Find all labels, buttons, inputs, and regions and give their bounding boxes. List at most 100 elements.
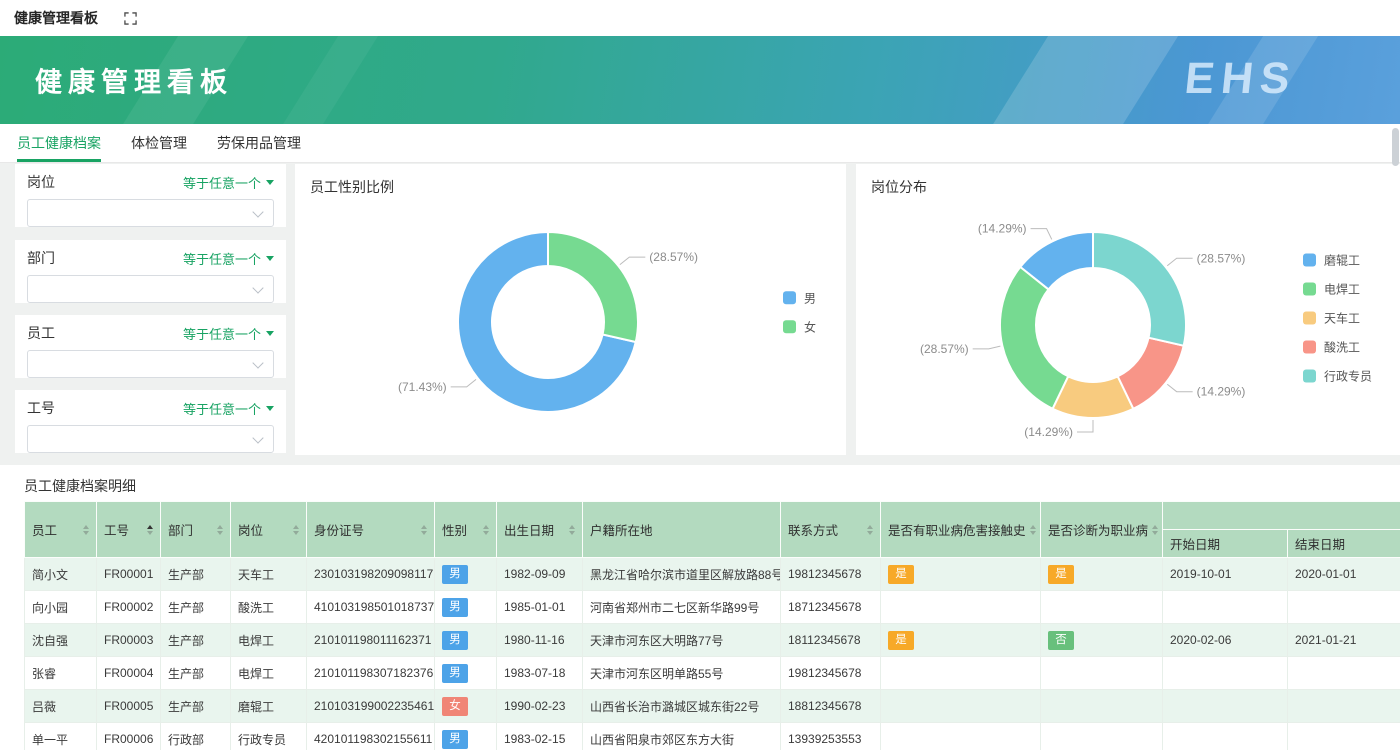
- table-row: 单一平 FR00006 行政部 行政专员 420101198302155611 男 1983…: [24, 722, 1400, 750]
- cell-结束日期: [1287, 590, 1400, 624]
- vertical-scrollbar-thumb[interactable]: [1392, 128, 1399, 166]
- sort-asc-icon: [83, 524, 89, 529]
- filter-label: 工号: [27, 400, 55, 416]
- filter-operator-dropdown[interactable]: 等于任意一个: [183, 399, 274, 418]
- column-header-label: 联系方式: [788, 524, 839, 538]
- cell-户籍所在地: 山西省长治市潞城区城东街22号: [582, 689, 781, 723]
- column-header-岗位[interactable]: 岗位: [230, 501, 307, 558]
- cell-性别: 男: [434, 623, 497, 657]
- cell-联系方式: 19812345678: [780, 656, 881, 690]
- cell-身份证号: 210101198307182376: [306, 656, 435, 690]
- sort-desc-icon: [569, 530, 575, 535]
- column-header-label: 出生日期: [504, 524, 555, 538]
- window-titlebar: 健康管理看板: [0, 0, 1400, 36]
- sort-desc-icon: [83, 530, 89, 535]
- cell-身份证号: 210101198011162371: [306, 623, 435, 657]
- cell-出生日期: 1982-09-09: [496, 557, 583, 591]
- filter-operator-label: 等于任意一个: [182, 251, 261, 267]
- legend-swatch: [782, 290, 796, 304]
- filter-select-employee-no[interactable]: [27, 425, 274, 453]
- chart-legend: 磨辊工电焊工天车工酸洗工行政专员: [1302, 251, 1372, 384]
- sort-desc-icon: [217, 530, 223, 535]
- label-leader-line: [1166, 257, 1193, 267]
- filter-operator-dropdown[interactable]: 等于任意一个: [183, 249, 274, 268]
- legend-item-酸洗工[interactable]: 酸洗工: [1302, 338, 1372, 355]
- gender-badge: 男: [442, 597, 468, 617]
- legend-label: 电焊工: [1323, 281, 1360, 296]
- sort-desc-icon: [483, 530, 489, 535]
- tab-ppe-management[interactable]: 劳保用品管理: [217, 124, 301, 162]
- filter-operator-label: 等于任意一个: [182, 401, 261, 417]
- table-row: 简小文 FR00001 生产部 天车工 230103198209098117 男 1982-…: [24, 557, 1400, 591]
- label-leader-line: [1077, 420, 1094, 433]
- cell-开始日期: [1162, 656, 1288, 690]
- column-header-是否有职业病危害接触史[interactable]: 是否有职业病危害接触史: [880, 501, 1041, 558]
- column-header-工号[interactable]: 工号: [96, 501, 161, 558]
- dashboard-content: 岗位 等于任意一个 部门 等于任意一个 员工 等于任意一个 工号 等于任意一个 员工性别比例 …: [0, 163, 1400, 750]
- cell-是否有职业病危害接触史: [880, 656, 1041, 690]
- tab-checkup-management[interactable]: 体检管理: [131, 124, 187, 162]
- cell-岗位: 电焊工: [230, 656, 307, 690]
- filter-select-position[interactable]: [27, 199, 274, 227]
- legend-label: 酸洗工: [1323, 339, 1360, 354]
- pie-slice-酸洗工[interactable]: [1116, 336, 1185, 411]
- cell-工号: FR00002: [96, 590, 161, 624]
- column-header-性别[interactable]: 性别: [434, 501, 497, 558]
- pie-slice-电焊工[interactable]: [999, 265, 1070, 411]
- legend-item-磨辊工[interactable]: 磨辊工: [1302, 251, 1372, 268]
- chart-title: 岗位分布: [871, 179, 927, 195]
- table-panel: 员工健康档案明细 员工 工号 部门 岗位 身份证号 性别 出生日期 户籍所在地 联系方式 是否有职…: [0, 465, 1400, 750]
- filter-card-employee: 员工 等于任意一个: [15, 315, 286, 378]
- fullscreen-expand-icon[interactable]: [124, 11, 137, 25]
- chevron-down-icon: [252, 206, 264, 218]
- label-leader-line: [1030, 228, 1053, 240]
- cell-部门: 生产部: [160, 557, 231, 591]
- cell-岗位: 电焊工: [230, 623, 307, 657]
- filter-card-department: 部门 等于任意一个: [15, 240, 286, 303]
- filter-select-employee[interactable]: [27, 350, 274, 378]
- legend-item-天车工[interactable]: 天车工: [1302, 309, 1372, 326]
- column-header-联系方式[interactable]: 联系方式: [780, 501, 881, 558]
- filter-select-department[interactable]: [27, 275, 274, 303]
- caret-down-icon: [266, 180, 274, 185]
- pie-slice-女[interactable]: [547, 230, 639, 344]
- legend-item-女[interactable]: 女: [782, 318, 816, 335]
- banner-decoration: [263, 36, 397, 124]
- filter-operator-dropdown[interactable]: 等于任意一个: [183, 324, 274, 343]
- legend-item-电焊工[interactable]: 电焊工: [1302, 280, 1372, 297]
- legend-item-男[interactable]: 男: [782, 289, 816, 306]
- filter-operator-dropdown[interactable]: 等于任意一个: [183, 173, 274, 192]
- cell-开始日期: [1162, 722, 1288, 750]
- cell-户籍所在地: 天津市河东区大明路77号: [582, 623, 781, 657]
- cell-身份证号: 230103198209098117: [306, 557, 435, 591]
- label-leader-line: [1166, 383, 1193, 393]
- sort-icon: [293, 524, 299, 535]
- column-header-出生日期[interactable]: 出生日期: [496, 501, 583, 558]
- column-header-是否诊断为职业病[interactable]: 是否诊断为职业病: [1040, 501, 1163, 558]
- sort-asc-icon: [483, 524, 489, 529]
- cell-工号: FR00003: [96, 623, 161, 657]
- column-header-开始日期: 开始日期: [1162, 529, 1288, 558]
- pie-slice-行政专员[interactable]: [1092, 230, 1187, 347]
- cell-是否诊断为职业病: 否: [1040, 623, 1163, 657]
- cell-出生日期: 1983-07-18: [496, 656, 583, 690]
- pie-slice-percentage-label: (28.57%): [1197, 251, 1246, 265]
- legend-item-行政专员[interactable]: 行政专员: [1302, 367, 1372, 384]
- cell-开始日期: 2020-02-06: [1162, 623, 1288, 657]
- cell-性别: 女: [434, 689, 497, 723]
- legend-label: 天车工: [1323, 310, 1360, 325]
- cell-出生日期: 1980-11-16: [496, 623, 583, 657]
- column-header-员工[interactable]: 员工: [24, 501, 97, 558]
- column-header-部门[interactable]: 部门: [160, 501, 231, 558]
- sort-icon: [483, 524, 489, 535]
- cell-是否诊断为职业病: [1040, 656, 1163, 690]
- cell-工号: FR00001: [96, 557, 161, 591]
- status-badge: 否: [1048, 630, 1074, 650]
- sort-asc-icon: [1152, 524, 1159, 529]
- sort-icon: [421, 524, 427, 535]
- column-header-身份证号[interactable]: 身份证号: [306, 501, 435, 558]
- employee-health-table: 员工 工号 部门 岗位 身份证号 性别 出生日期 户籍所在地 联系方式 是否有职业病危害接触史 是否…: [24, 501, 1400, 750]
- tab-employee-health-archive[interactable]: 员工健康档案: [17, 124, 101, 162]
- status-badge: 是: [888, 630, 914, 650]
- cell-部门: 生产部: [160, 590, 231, 624]
